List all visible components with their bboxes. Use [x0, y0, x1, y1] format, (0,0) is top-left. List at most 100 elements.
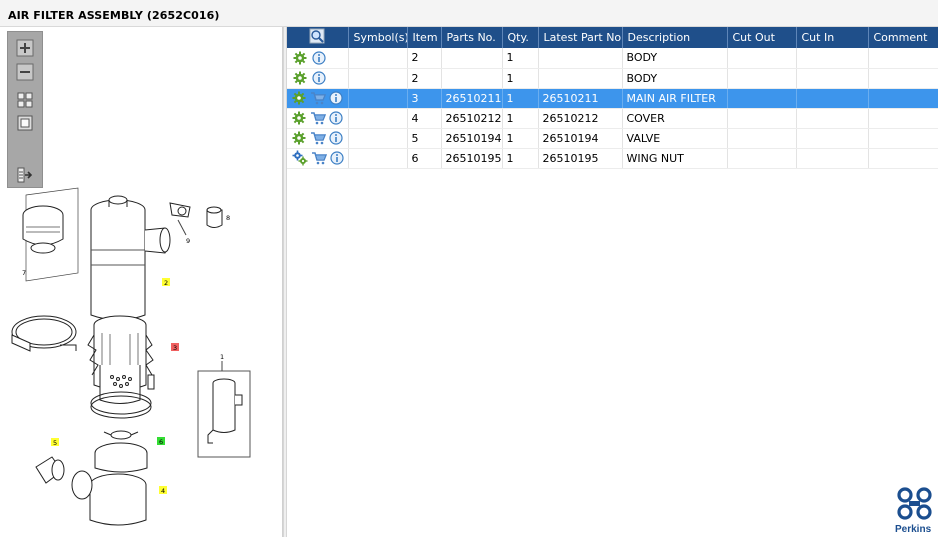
cell-parts-no	[441, 68, 503, 89]
exploded-parts-diagram[interactable]: 1 2 3 4 5 6 7 8 9	[0, 185, 280, 535]
info-button[interactable]	[311, 70, 327, 86]
add-to-cart-button[interactable]	[310, 130, 326, 146]
info-button[interactable]	[329, 90, 344, 106]
callout-7: 7	[22, 269, 26, 277]
status-button[interactable]	[292, 70, 308, 86]
title-bar: AIR FILTER ASSEMBLY (2652C016)	[0, 0, 938, 27]
info-button[interactable]	[329, 110, 344, 126]
cell-latest-part-no: 26510195	[538, 148, 623, 169]
status-button[interactable]	[292, 50, 308, 66]
cell-qty: 1	[502, 108, 539, 129]
column-header-item[interactable]: Item	[407, 27, 442, 48]
gears-icon	[292, 150, 308, 166]
info-button[interactable]	[330, 150, 344, 166]
column-header-description[interactable]: Description	[622, 27, 728, 48]
add-to-cart-button[interactable]	[310, 90, 326, 106]
table-row[interactable]: 5 26510194 1 26510194 VALVE	[287, 128, 938, 149]
info-icon	[329, 91, 343, 105]
actual-size-button[interactable]	[14, 113, 36, 133]
cell-symbols	[348, 88, 408, 109]
zoom-in-icon	[16, 39, 34, 57]
page-title: AIR FILTER ASSEMBLY (2652C016)	[8, 9, 220, 22]
perkins-logo-mark	[897, 487, 932, 520]
cell-item: 4	[407, 108, 442, 129]
cell-qty: 1	[502, 148, 539, 169]
table-row[interactable]: 2 1 BODY	[287, 48, 938, 69]
part-cover	[89, 485, 147, 526]
cell-symbols	[348, 128, 408, 149]
cell-comment	[868, 128, 938, 149]
status-button[interactable]	[292, 130, 307, 146]
export-icon	[17, 167, 33, 183]
cell-comment	[868, 108, 938, 129]
column-header-actions[interactable]	[287, 27, 349, 48]
fit-all-icon	[17, 92, 33, 108]
status-button[interactable]	[292, 150, 308, 166]
cell-comment	[868, 48, 938, 69]
add-to-cart-button[interactable]	[311, 150, 327, 166]
cell-item: 2	[407, 48, 442, 69]
cell-latest-part-no: 26510194	[538, 128, 623, 149]
callout-1: 1	[220, 353, 224, 361]
viewer-toolbar	[7, 31, 43, 188]
actual-size-icon	[17, 115, 33, 131]
info-icon	[329, 111, 343, 125]
table-row[interactable]: 2 1 BODY	[287, 68, 938, 89]
gear-icon	[293, 71, 307, 85]
callout-4: 4	[161, 487, 165, 495]
table-header-row: Symbol(s) Item Parts No. Qty. Latest Par…	[287, 27, 938, 48]
fit-all-button[interactable]	[14, 90, 36, 110]
cell-description: BODY	[622, 48, 728, 69]
column-header-cut-out[interactable]: Cut Out	[727, 27, 797, 48]
cell-description: BODY	[622, 68, 728, 89]
column-header-comment[interactable]: Comment	[868, 27, 938, 48]
info-button[interactable]	[311, 50, 327, 66]
status-button[interactable]	[292, 110, 307, 126]
part-wing-nut	[110, 430, 132, 440]
cell-cut-out	[727, 148, 797, 169]
cell-latest-part-no	[538, 68, 623, 89]
cell-description: MAIN AIR FILTER	[622, 88, 728, 109]
export-button[interactable]	[14, 165, 36, 185]
cell-description: COVER	[622, 108, 728, 129]
column-header-symbols[interactable]: Symbol(s)	[348, 27, 408, 48]
column-header-latest-part-no[interactable]: Latest Part No.	[538, 27, 623, 48]
cell-parts-no: 26510212	[441, 108, 503, 129]
part-cap-neck	[30, 242, 56, 254]
callout-5: 5	[53, 439, 57, 447]
zoom-out-icon	[16, 63, 34, 81]
add-to-cart-button[interactable]	[310, 110, 326, 126]
cell-qty: 1	[502, 128, 539, 149]
table-row[interactable]: 4 26510212 1 26510212 COVER	[287, 108, 938, 129]
table-row[interactable]: 3 26510211 1 26510211 MAIN AIR FILTER	[287, 88, 938, 109]
column-header-cut-in[interactable]: Cut In	[796, 27, 869, 48]
row-actions	[287, 48, 349, 69]
cart-icon	[310, 132, 326, 145]
zoom-in-button[interactable]	[14, 38, 36, 58]
zoom-search-icon	[309, 28, 325, 44]
callout-6: 6	[159, 438, 163, 446]
table-row[interactable]: 6 26510195 1 26510195 WING NUT	[287, 148, 938, 169]
cell-description: VALVE	[622, 128, 728, 149]
info-icon	[330, 151, 344, 165]
cell-description: WING NUT	[622, 148, 728, 169]
column-header-qty[interactable]: Qty.	[502, 27, 539, 48]
cell-qty: 1	[502, 88, 539, 109]
status-button[interactable]	[292, 90, 307, 106]
cell-latest-part-no	[538, 48, 623, 69]
cell-cut-in	[796, 48, 869, 69]
info-icon	[329, 131, 343, 145]
cell-symbols	[348, 148, 408, 169]
cell-cut-in	[796, 128, 869, 149]
cell-parts-no	[441, 48, 503, 69]
column-header-parts-no[interactable]: Parts No.	[441, 27, 503, 48]
cell-symbols	[348, 48, 408, 69]
zoom-out-button[interactable]	[14, 62, 36, 82]
cell-parts-no: 26510195	[441, 148, 503, 169]
cell-qty: 1	[502, 68, 539, 89]
info-button[interactable]	[329, 130, 344, 146]
cart-icon	[310, 112, 326, 125]
cell-item: 2	[407, 68, 442, 89]
cell-cut-in	[796, 68, 869, 89]
cell-comment	[868, 148, 938, 169]
